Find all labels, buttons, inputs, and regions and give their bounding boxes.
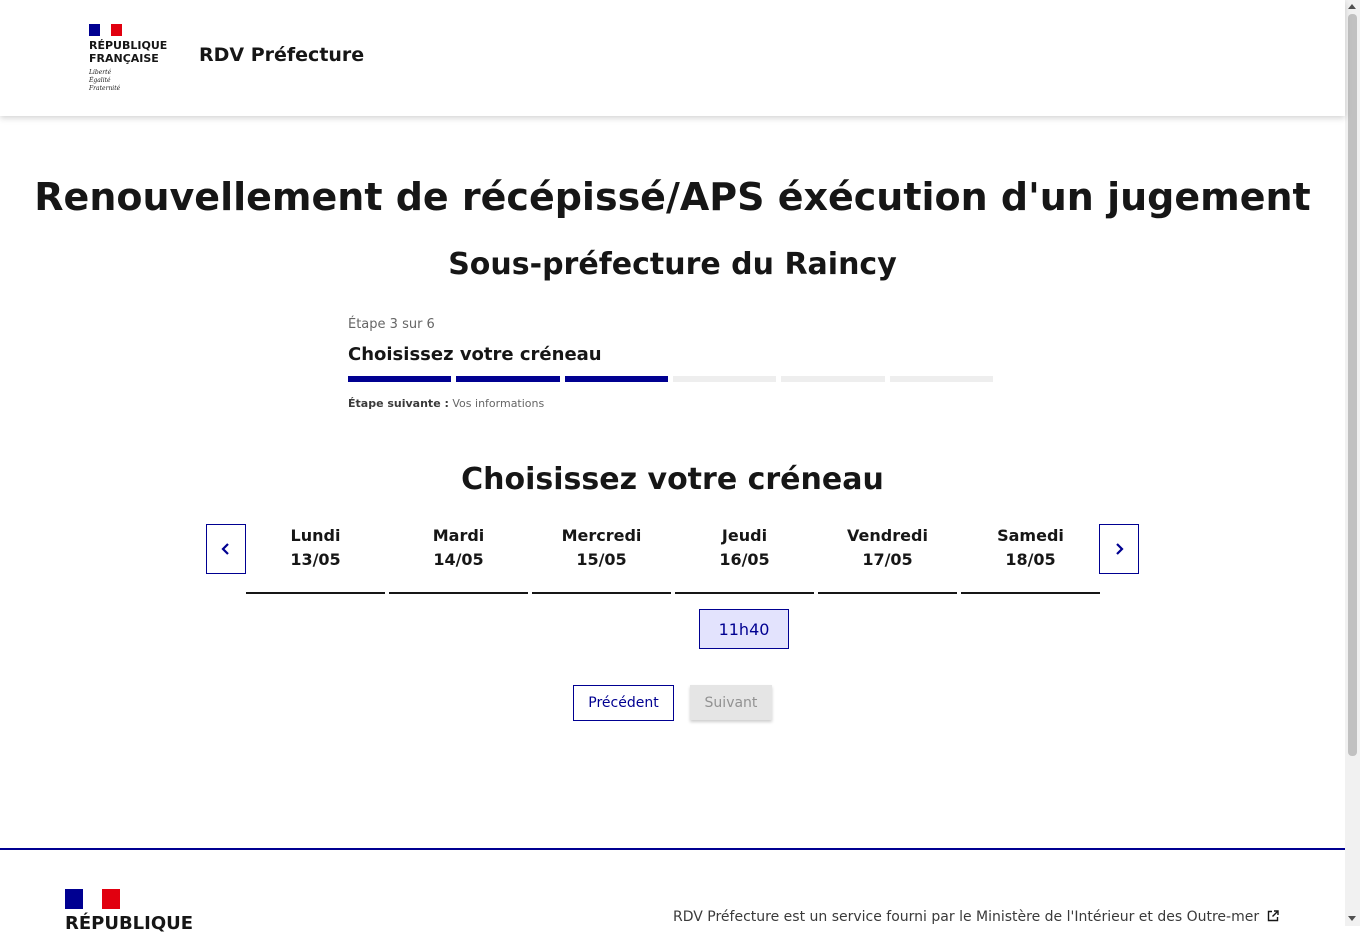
day-name: Lundi <box>290 526 341 545</box>
step-bar-completed <box>456 376 560 382</box>
step-bar-pending <box>889 376 993 382</box>
footer-republique-logo[interactable]: RÉPUBLIQUE <box>65 889 193 935</box>
service-name-link[interactable]: RDV Préfecture <box>199 44 364 66</box>
logo-motto: Liberté Égalité Fraternité <box>89 69 179 93</box>
day-name: Mardi <box>432 526 485 545</box>
calendar-days: Lundi 13/05 Mardi 14/05 Mercredi 15/05 J… <box>246 524 1100 594</box>
day-column: Samedi 18/05 <box>961 524 1100 594</box>
stepper-state: Étape 3 sur 6 <box>348 317 435 332</box>
stepper-next-value: Vos informations <box>452 397 545 410</box>
day-date: 18/05 <box>1005 550 1056 569</box>
motto-egalite: Égalité <box>89 77 111 84</box>
section-title: Choisissez votre créneau <box>461 462 884 497</box>
stepper-next-label: Étape suivante : <box>348 397 449 410</box>
day-column: Mardi 14/05 <box>389 524 528 594</box>
day-date: 17/05 <box>862 550 913 569</box>
chevron-right-icon <box>1116 543 1124 555</box>
site-header: RÉPUBLIQUE FRANÇAISE Liberté Égalité Fra… <box>0 0 1345 116</box>
vertical-scrollbar[interactable] <box>1345 0 1360 926</box>
stepper-next-step: Étape suivante : Vos informations <box>348 396 998 412</box>
step-bar-pending <box>781 376 885 382</box>
logo-name: RÉPUBLIQUE FRANÇAISE <box>89 39 179 65</box>
day-name: Samedi <box>997 526 1064 545</box>
chevron-left-icon <box>221 543 229 555</box>
motto-fraternite: Fraternité <box>89 85 121 92</box>
time-slot-button[interactable]: 11h40 <box>699 609 789 649</box>
footer-divider <box>0 848 1345 850</box>
day-column: Vendredi 17/05 <box>818 524 957 594</box>
step-bar-completed <box>348 376 452 382</box>
day-name: Mercredi <box>561 526 642 545</box>
footer-logo-name: RÉPUBLIQUE <box>65 913 194 934</box>
logo-name-line1: RÉPUBLIQUE <box>89 39 168 52</box>
footer-description: RDV Préfecture est un service fourni par… <box>673 909 1279 925</box>
step-bar-pending <box>672 376 777 382</box>
day-date: 15/05 <box>576 550 627 569</box>
day-name: Jeudi <box>721 526 768 545</box>
page-subtitle: Sous-préfecture du Raincy <box>448 247 897 282</box>
stepper-progress <box>348 376 998 382</box>
marianne-flag-icon <box>89 24 122 36</box>
external-link-icon[interactable] <box>1267 910 1279 922</box>
scroll-down-arrow-icon[interactable] <box>1348 916 1356 921</box>
previous-button[interactable]: Précédent <box>573 685 674 721</box>
stepper: Étape 3 sur 6 Choisissez votre créneau É… <box>348 316 998 412</box>
footer-description-text: RDV Préfecture est un service fourni par… <box>673 909 1260 925</box>
stepper-title: Choisissez votre créneau <box>348 344 602 365</box>
day-date: 16/05 <box>719 550 770 569</box>
day-column: Jeudi 16/05 <box>675 524 814 594</box>
marianne-flag-icon <box>65 889 120 909</box>
step-bar-completed <box>564 376 668 382</box>
logo-name-line2: FRANÇAISE <box>89 52 159 65</box>
next-week-button[interactable] <box>1099 524 1139 574</box>
day-column: Mercredi 15/05 <box>532 524 671 594</box>
day-date: 14/05 <box>433 550 484 569</box>
day-date: 13/05 <box>290 550 341 569</box>
day-column: Lundi 13/05 <box>246 524 385 594</box>
day-name: Vendredi <box>847 526 928 545</box>
scrollbar-thumb[interactable] <box>1348 14 1357 756</box>
page-title: Renouvellement de récépissé/APS éxécutio… <box>34 175 1311 219</box>
scroll-up-arrow-icon[interactable] <box>1348 4 1356 9</box>
previous-week-button[interactable] <box>206 524 246 574</box>
next-button: Suivant <box>690 685 772 720</box>
republique-francaise-logo[interactable]: RÉPUBLIQUE FRANÇAISE Liberté Égalité Fra… <box>89 24 179 93</box>
motto-liberte: Liberté <box>89 69 112 76</box>
